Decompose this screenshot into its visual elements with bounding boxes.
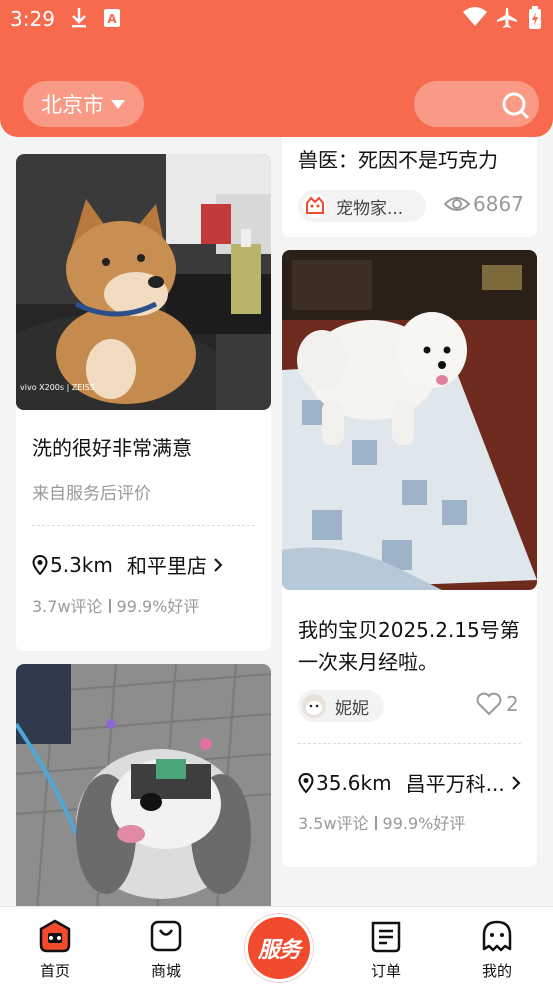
wifi-icon <box>463 7 487 26</box>
shopping-bag-icon <box>150 920 182 952</box>
divider <box>298 743 521 744</box>
like-stat[interactable]: 2 <box>476 692 519 716</box>
stats-separator <box>374 816 377 830</box>
store-distance: 5.3km <box>50 552 113 577</box>
tab-home[interactable]: 首页 <box>0 907 110 984</box>
poodle-dog-photo <box>282 250 537 590</box>
feed-card-left-2[interactable] <box>16 664 271 924</box>
text-notification-icon: A <box>104 9 120 27</box>
eye-icon <box>444 197 470 211</box>
store-name: 昌平万科... <box>405 772 505 796</box>
positive-rating: 99.9%好评 <box>382 814 466 833</box>
divider <box>32 525 255 526</box>
tab-mall[interactable]: 商城 <box>111 907 221 984</box>
tab-label: 订单 <box>370 962 401 980</box>
battery-charging-icon <box>529 6 541 29</box>
app-header: 3:29 A 北京市 <box>0 0 553 137</box>
review-count: 3.5w评论 <box>298 814 369 833</box>
location-pin-icon <box>32 554 48 575</box>
download-icon <box>72 8 86 28</box>
city-selector[interactable]: 北京市 <box>23 81 144 127</box>
store-name: 和平里店 <box>126 554 207 578</box>
service-label: 服务 <box>257 938 301 963</box>
status-time: 3:29 <box>10 7 55 31</box>
card-title-line-1: 我的宝贝2025.2.15号第 <box>298 618 520 642</box>
pet-brand-avatar-icon <box>303 194 327 218</box>
caret-down-icon <box>111 100 125 109</box>
search-bar[interactable] <box>414 81 539 127</box>
feed-card-right-2[interactable]: 我的宝贝2025.2.15号第 一次来月经啦。 妮妮 2 35.6km 昌平万科… <box>282 250 537 867</box>
order-list-icon <box>371 921 401 953</box>
chevron-right-icon <box>511 775 521 790</box>
store-stats: 3.5w评论 99.9%好评 <box>298 810 465 834</box>
shih-tzu-dog-photo <box>16 664 271 924</box>
like-count: 2 <box>506 692 519 716</box>
views-stat: 6867 <box>444 192 524 216</box>
card-title: 洗的很好非常满意 <box>32 436 192 460</box>
shiba-dog-photo: vivo X200s | ZEISS <box>16 154 271 410</box>
home-icon <box>39 919 71 953</box>
user-avatar <box>302 694 326 718</box>
card-title-line-2: 一次来月经啦。 <box>298 650 438 674</box>
store-stats: 3.7w评论 99.9%好评 <box>32 593 199 617</box>
airplane-icon <box>497 8 517 28</box>
tab-label: 我的 <box>481 962 512 980</box>
tab-service-button[interactable]: 服务 <box>245 914 313 982</box>
author-chip[interactable]: 妮妮 <box>298 690 384 722</box>
svg-text:A: A <box>107 12 117 26</box>
author-chip[interactable]: 宠物家... <box>298 190 426 222</box>
tab-label: 首页 <box>39 962 70 980</box>
view-count: 6867 <box>473 192 524 216</box>
author-name: 宠物家... <box>336 198 404 219</box>
heart-icon <box>476 692 502 716</box>
positive-rating: 99.9%好评 <box>116 597 200 616</box>
store-distance: 35.6km <box>316 770 392 795</box>
status-bar: 3:29 A <box>0 0 553 40</box>
tab-orders[interactable]: 订单 <box>331 907 441 984</box>
store-location-row[interactable]: 35.6km 昌平万科... <box>298 768 523 797</box>
search-icon[interactable] <box>501 91 529 119</box>
ghost-profile-icon <box>482 920 512 952</box>
chevron-right-icon <box>214 557 223 572</box>
svg-text:vivo X200s | ZEISS: vivo X200s | ZEISS <box>20 383 95 392</box>
stats-separator <box>108 599 111 613</box>
review-count: 3.7w评论 <box>32 597 103 616</box>
location-pin-icon <box>298 772 314 793</box>
store-location-row[interactable]: 5.3km 和平里店 <box>32 550 225 579</box>
card-subtitle: 来自服务后评价 <box>32 484 151 504</box>
tab-mine[interactable]: 我的 <box>442 907 552 984</box>
city-name: 北京市 <box>41 93 104 117</box>
feed-card-left-1[interactable]: vivo X200s | ZEISS 洗的很好非常满意 来自服务后评价 5.3k… <box>16 154 271 651</box>
tab-label: 商城 <box>150 962 181 980</box>
card-title: 兽医：死因不是巧克力 <box>298 148 498 172</box>
author-name: 妮妮 <box>335 698 369 719</box>
